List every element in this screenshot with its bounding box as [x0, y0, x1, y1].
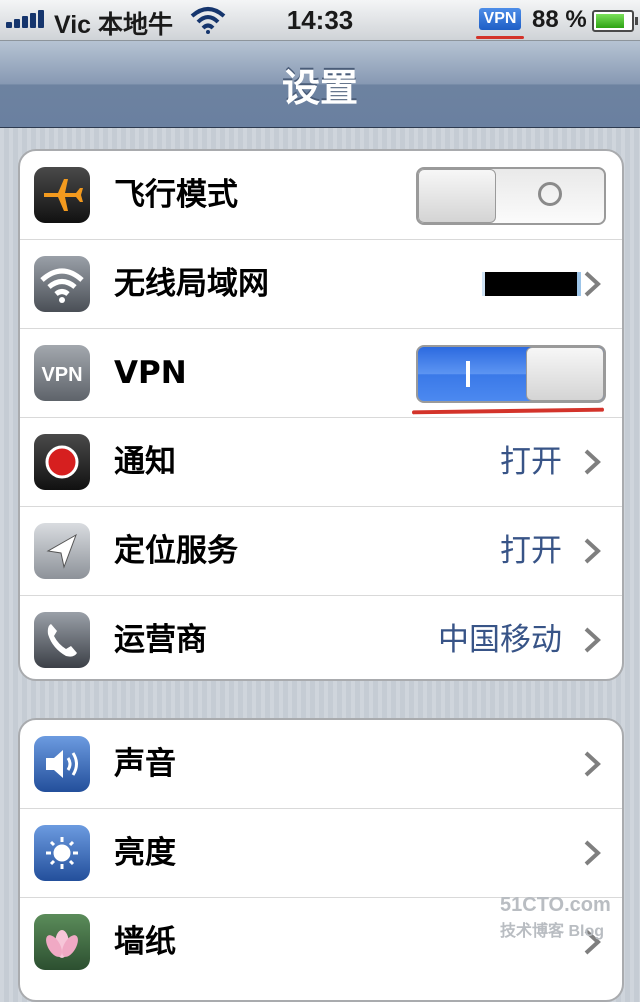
vpn-switch[interactable] — [416, 345, 606, 403]
wifi-network-name-redacted — [482, 272, 581, 296]
svg-text:VPN: VPN — [41, 364, 82, 386]
row-label: 墙纸 — [114, 924, 176, 960]
location-icon — [34, 523, 90, 579]
row-label: 亮度 — [114, 835, 176, 871]
wallpaper-icon — [34, 914, 90, 970]
settings-row-airplane-mode[interactable]: 飞行模式 — [20, 151, 622, 240]
row-value: 打开 — [500, 533, 562, 569]
row-label: 定位服务 — [114, 533, 238, 569]
annotation-underline — [476, 36, 524, 39]
row-label: 飞行模式 — [114, 177, 238, 213]
chevron-right-icon — [584, 751, 601, 777]
row-value: 打开 — [500, 444, 562, 480]
settings-row-sound[interactable]: 声音 — [20, 720, 622, 809]
phone-icon — [34, 612, 90, 668]
status-bar: Vic 本地牛 14:33 VPN 88 % — [0, 0, 640, 41]
row-label: 无线局域网 — [114, 266, 269, 302]
settings-row-carrier[interactable]: 运营商 中国移动 — [20, 596, 622, 679]
battery-icon — [592, 10, 638, 32]
battery-percent: 88 % — [532, 6, 587, 33]
sound-icon — [34, 736, 90, 792]
vpn-icon: VPN — [34, 345, 90, 401]
settings-row-vpn[interactable]: VPN VPN — [20, 329, 622, 418]
switch-knob — [526, 347, 604, 401]
row-value: 中国移动 — [438, 622, 562, 658]
settings-row-brightness[interactable]: 亮度 — [20, 809, 622, 898]
chevron-right-icon — [584, 538, 601, 564]
vpn-status-badge: VPN — [479, 8, 521, 30]
chevron-right-icon — [584, 271, 601, 297]
switch-knob — [418, 169, 496, 223]
row-label: 声音 — [114, 746, 176, 782]
row-label: VPN — [114, 355, 187, 391]
brightness-icon — [34, 825, 90, 881]
settings-row-location-services[interactable]: 定位服务 打开 — [20, 507, 622, 596]
row-label: 运营商 — [114, 622, 207, 658]
settings-group-main: 飞行模式 无线局域网 VPN VPN 通知 打开 定位服务 打开 运营商 中国移… — [18, 149, 624, 681]
settings-row-notifications[interactable]: 通知 打开 — [20, 418, 622, 507]
watermark: 51CTO.com 技术博客 Blog — [500, 894, 611, 941]
airplane-mode-switch[interactable] — [416, 167, 606, 225]
settings-row-wifi[interactable]: 无线局域网 — [20, 240, 622, 329]
chevron-right-icon — [584, 449, 601, 475]
airplane-icon — [34, 167, 90, 223]
row-label: 通知 — [114, 444, 176, 480]
navigation-bar: 设置 — [0, 41, 640, 128]
wifi-icon — [34, 256, 90, 312]
watermark-line1: 51CTO.com — [500, 894, 611, 916]
chevron-right-icon — [584, 627, 601, 653]
settings-group-display: 声音 亮度 墙纸 — [18, 718, 624, 1002]
switch-off-indicator — [538, 182, 562, 206]
switch-on-indicator — [466, 361, 470, 387]
chevron-right-icon — [584, 840, 601, 866]
notification-icon — [34, 434, 90, 490]
watermark-line2: 技术博客 Blog — [500, 923, 604, 940]
page-title: 设置 — [281, 66, 358, 110]
